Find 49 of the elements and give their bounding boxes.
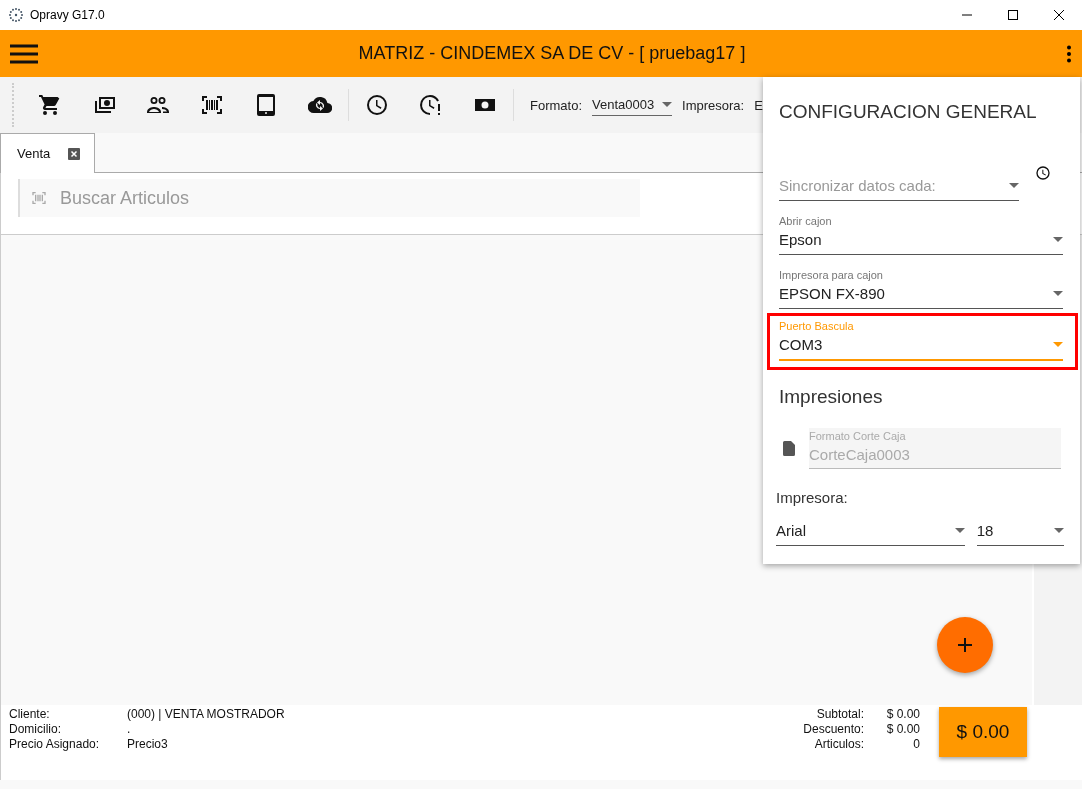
document-icon	[783, 441, 795, 456]
info-label: Cliente:	[9, 707, 51, 721]
format-dropdown[interactable]: Venta0003	[592, 94, 672, 116]
barcode-icon[interactable]	[200, 93, 224, 117]
dropdown-caret-icon[interactable]	[1053, 290, 1063, 296]
total-label: Descuento:	[803, 722, 864, 736]
total-value: $ 0.00	[885, 707, 920, 721]
more-options-icon[interactable]	[1066, 44, 1072, 63]
printer-label: Impresora:	[776, 489, 849, 506]
clock-alert-icon[interactable]	[419, 93, 443, 117]
info-value: Precio3	[127, 737, 169, 751]
app-header-title: MATRIZ - CINDEMEX SA DE CV - [ pruebag17 ]	[357, 43, 747, 64]
info-value: .	[127, 722, 132, 736]
dropdown-field[interactable]: Abrir cajon Epson	[779, 215, 1063, 255]
printer-dropdown[interactable]: E	[754, 97, 763, 113]
dropdown-caret-icon[interactable]	[954, 528, 965, 533]
dropdown-caret-icon[interactable]	[1054, 528, 1064, 533]
total-value: $ 0.00	[885, 722, 920, 736]
dropdown-field[interactable]: Impresora para cajon EPSON FX-890	[779, 269, 1063, 309]
section-title: Impresiones	[779, 386, 884, 408]
info-label: Precio Asignado:	[9, 737, 101, 751]
app-logo-icon	[8, 7, 24, 23]
panel-title: CONFIGURACION GENERAL	[779, 101, 1038, 123]
dropdown-caret-icon[interactable]	[662, 102, 672, 107]
font-dropdown[interactable]: Arial	[776, 522, 965, 546]
cart-icon[interactable]	[38, 93, 62, 117]
menu-icon[interactable]	[10, 43, 38, 64]
total-value: 0	[912, 737, 920, 751]
window-title: Opravy G17.0	[30, 8, 105, 22]
total-label: Articulos:	[813, 737, 864, 751]
dropdown-caret-icon[interactable]	[1009, 182, 1019, 188]
barcode-icon	[30, 190, 48, 206]
info-value: (000) | VENTA MOSTRADOR	[127, 707, 286, 721]
dropdown-field[interactable]: Puerto Bascula COM3	[779, 320, 1063, 361]
info-label: Domicilio:	[9, 722, 62, 736]
clock-icon[interactable]	[365, 93, 389, 117]
size-dropdown[interactable]: 18	[976, 522, 1064, 546]
dropdown-caret-icon[interactable]	[1053, 236, 1063, 242]
printer-label: Impresora:	[682, 97, 745, 113]
plus-icon	[957, 637, 973, 653]
tab[interactable]: Venta	[0, 133, 96, 173]
total-label: Subtotal:	[815, 707, 864, 721]
tablet-icon[interactable]	[254, 93, 278, 117]
format-label: Formato:	[530, 97, 582, 113]
total-button[interactable]: $ 0.00	[939, 707, 1027, 757]
add-button[interactable]	[937, 617, 993, 673]
search-field[interactable]: Buscar Articulos	[18, 179, 640, 217]
close-tab-icon[interactable]	[68, 147, 81, 160]
clock-icon[interactable]	[1035, 165, 1051, 181]
